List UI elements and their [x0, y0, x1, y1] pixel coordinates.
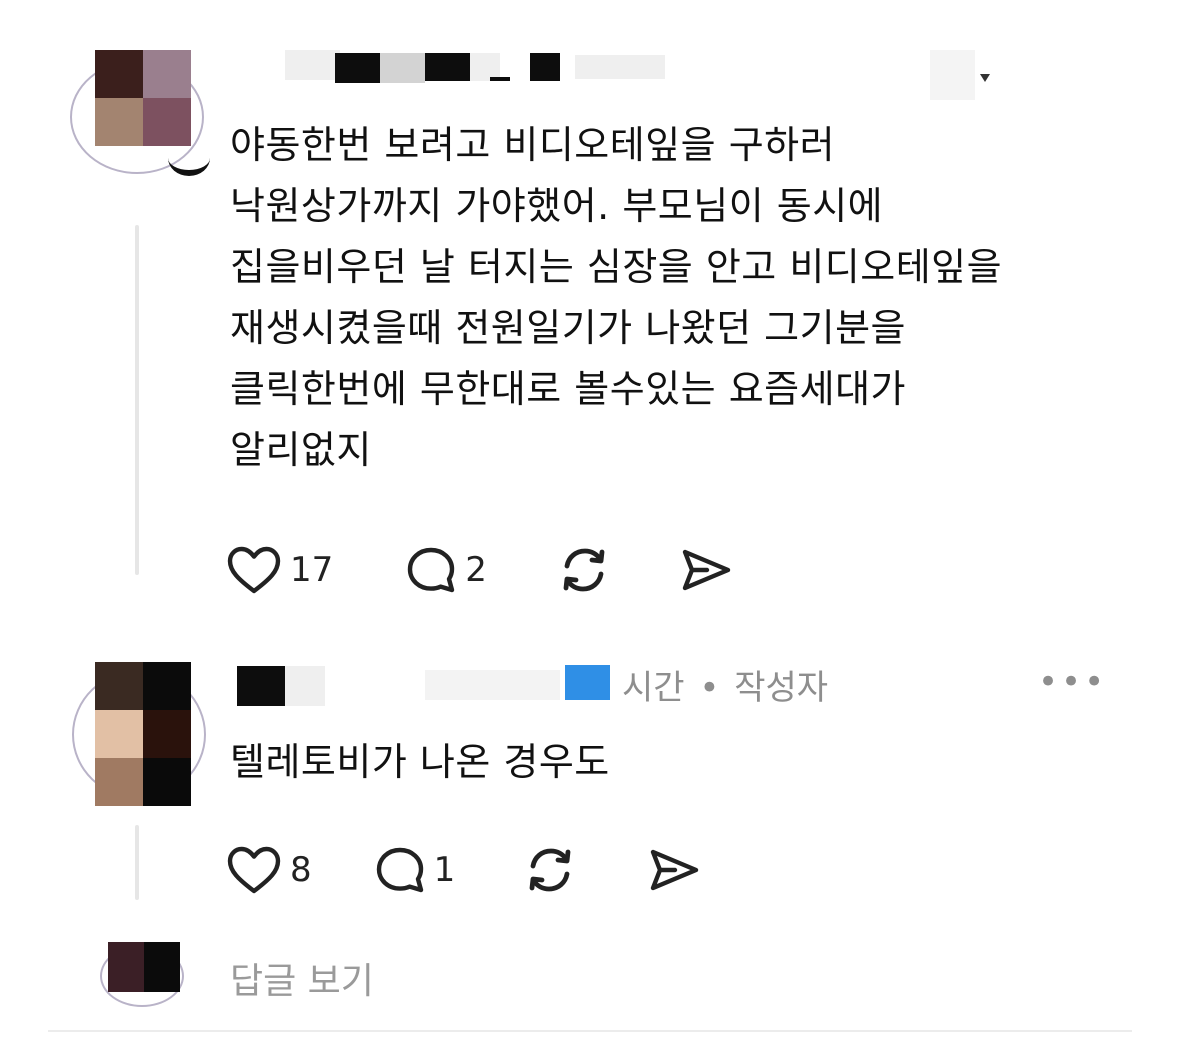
censor-blue-block — [565, 665, 610, 700]
avatar-mouth-mark — [168, 140, 210, 176]
avatar-pixel — [95, 98, 143, 146]
avatar-pixel — [143, 710, 191, 758]
repost-icon — [563, 548, 605, 592]
send-icon — [651, 849, 699, 891]
reply-avatar[interactable] — [108, 942, 180, 992]
share-button[interactable] — [679, 546, 733, 594]
repost-icon — [529, 848, 571, 892]
more-icon[interactable]: ••• — [1038, 662, 1107, 702]
username-censored[interactable] — [232, 662, 332, 710]
view-replies-link[interactable]: 답글 보기 — [230, 952, 374, 1004]
heart-icon — [227, 546, 281, 594]
like-count: 8 — [290, 850, 312, 890]
avatar-pixel — [95, 662, 143, 710]
divider — [48, 1030, 1132, 1032]
heart-icon — [227, 846, 281, 894]
comment-body: 텔레토비가 나온 경우도 — [230, 732, 610, 793]
avatar-pixel — [143, 662, 191, 710]
reply-count: 1 — [433, 850, 456, 890]
avatar-pixel — [95, 758, 143, 806]
timestamp-censored — [930, 50, 975, 100]
avatar-pixel — [143, 98, 191, 146]
like-button[interactable]: 8 — [226, 845, 312, 895]
comment-line: 클릭한번에 무한대로 볼수있는 요즘세대가 — [230, 367, 907, 411]
repost-button[interactable] — [557, 545, 611, 595]
timestamp-censored — [425, 665, 625, 705]
reply-count: 2 — [465, 550, 487, 590]
like-button[interactable]: 17 — [226, 545, 333, 595]
threads-comment-view: 야동한번 보려고 비디오테잎을 구하러 낙원상가까지 가야했어. 부모님이 동시… — [0, 0, 1179, 1056]
avatar-pixel — [143, 758, 191, 806]
avatar-pixel — [143, 50, 191, 98]
send-icon — [682, 549, 731, 591]
comment-line: 알리없지 — [230, 428, 372, 472]
comment-line: 텔레토비가 나온 경우도 — [230, 740, 610, 784]
avatar-pixel — [108, 942, 144, 992]
reply-button[interactable]: 2 — [405, 545, 487, 595]
comment-line: 집을비우던 날 터지는 심장을 안고 비디오테잎을 — [230, 245, 1003, 289]
username-censored[interactable] — [285, 45, 675, 87]
thread-line — [135, 825, 139, 900]
comment-bubble-icon — [376, 847, 423, 893]
thread-line — [135, 225, 139, 575]
comment-meta: 시간 • 작성자 — [622, 660, 828, 709]
action-bar: 17 2 — [226, 545, 733, 595]
avatar[interactable] — [95, 662, 191, 806]
comment-body: 야동한번 보려고 비디오테잎을 구하러 낙원상가까지 가야했어. 부모님이 동시… — [230, 115, 1002, 481]
comment-line: 낙원상가까지 가야했어. 부모님이 동시에 — [230, 184, 884, 228]
avatar[interactable] — [95, 50, 191, 146]
meta-separator: • — [699, 668, 720, 708]
time-label: 시간 — [622, 668, 685, 708]
like-count: 17 — [290, 550, 334, 590]
repost-button[interactable] — [523, 845, 577, 895]
reply-button[interactable]: 1 — [374, 845, 456, 895]
comment-line: 야동한번 보려고 비디오테잎을 구하러 — [230, 123, 836, 167]
avatar-pixel — [144, 942, 180, 992]
avatar-pixel — [95, 50, 143, 98]
comment-line: 재생시켰을때 전원일기가 나왔던 그기분을 — [230, 306, 907, 350]
author-badge: 작성자 — [734, 668, 829, 708]
action-bar: 8 1 — [226, 845, 701, 895]
avatar-pixel — [95, 710, 143, 758]
chevron-down-icon[interactable] — [980, 74, 990, 82]
comment-bubble-icon — [408, 547, 455, 593]
share-button[interactable] — [647, 846, 701, 894]
